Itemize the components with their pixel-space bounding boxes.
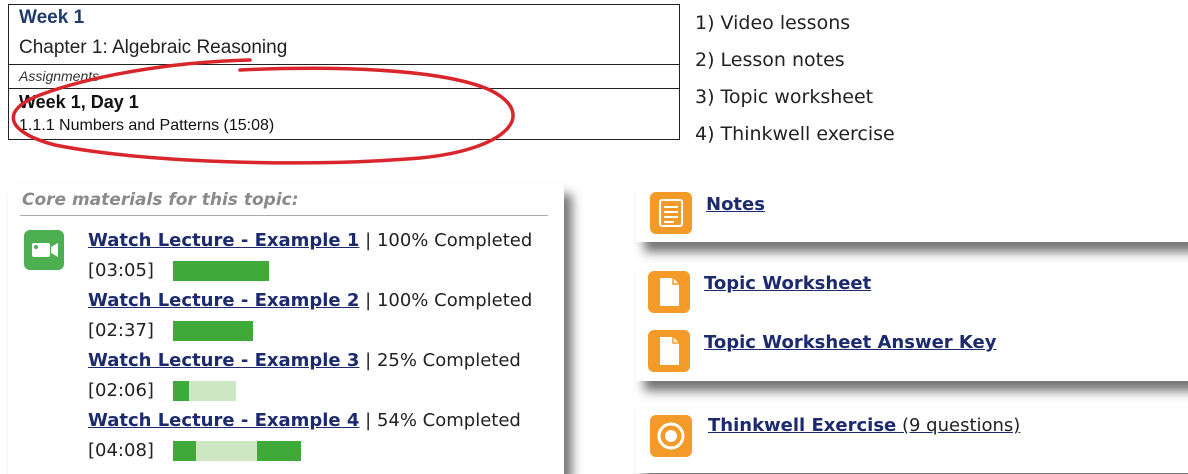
lecture-progress-bar	[173, 261, 269, 281]
lecture-status: | 100% Completed	[359, 230, 533, 251]
assignments-label: Assignments	[9, 65, 679, 89]
lecture-row: Watch Lecture - Example 1 | 100% Complet…	[88, 230, 532, 251]
lecture-row: Watch Lecture - Example 4 | 54% Complete…	[88, 410, 521, 431]
steps-list: 1) Video lessons 2) Lesson notes 3) Topi…	[695, 8, 895, 156]
progress-fill	[173, 261, 269, 281]
topic-worksheet-link[interactable]: Topic Worksheet	[704, 273, 871, 294]
core-materials-heading: Core materials for this topic:	[22, 190, 299, 210]
notes-icon	[650, 192, 692, 234]
exercise-panel: Thinkwell Exercise (9 questions)	[636, 403, 1188, 473]
progress-fill	[257, 441, 301, 461]
watch-lecture-1-link[interactable]: Watch Lecture - Example 1	[88, 230, 359, 251]
progress-fill	[173, 381, 189, 401]
lecture-duration: [02:37]	[88, 320, 154, 341]
lecture-status: | 100% Completed	[359, 290, 533, 311]
lecture-progress-bar	[173, 441, 301, 461]
day-title: Week 1, Day 1	[19, 92, 139, 112]
lecture-progress-bar	[173, 321, 253, 341]
lecture-progress-bar	[173, 381, 236, 401]
notes-panel: Notes	[636, 182, 1188, 242]
notes-link[interactable]: Notes	[706, 194, 765, 215]
chapter-title: Chapter 1: Algebraic Reasoning	[9, 37, 679, 65]
progress-fill	[173, 321, 253, 341]
lecture-status: | 25% Completed	[359, 350, 521, 371]
step-item: 4) Thinkwell exercise	[695, 123, 895, 145]
schedule-box: Week 1 Chapter 1: Algebraic Reasoning As…	[8, 4, 680, 140]
watch-lecture-4-link[interactable]: Watch Lecture - Example 4	[88, 410, 359, 431]
question-count: (9 questions)	[896, 415, 1021, 436]
thinkwell-exercise-link[interactable]: Thinkwell Exercise	[708, 415, 896, 436]
lecture-row: Watch Lecture - Example 2 | 100% Complet…	[88, 290, 532, 311]
watch-lecture-2-link[interactable]: Watch Lecture - Example 2	[88, 290, 359, 311]
target-icon	[650, 415, 692, 457]
core-materials-panel: Core materials for this topic: Watch Lec…	[8, 184, 564, 474]
document-icon	[648, 330, 690, 372]
lecture-row: Watch Lecture - Example 3 | 25% Complete…	[88, 350, 521, 371]
worksheet-panel: Topic Worksheet Topic Worksheet Answer K…	[636, 263, 1188, 381]
step-item: 3) Topic worksheet	[695, 86, 874, 108]
video-camera-icon	[24, 230, 64, 270]
watch-lecture-3-link[interactable]: Watch Lecture - Example 3	[88, 350, 359, 371]
week-title: Week 1	[19, 7, 85, 28]
topic-link[interactable]: 1.1.1 Numbers and Patterns (15:08)	[9, 115, 679, 139]
lecture-duration: [02:06]	[88, 380, 154, 401]
step-item: 1) Video lessons	[695, 12, 851, 34]
lecture-duration: [03:05]	[88, 260, 154, 281]
document-icon	[648, 271, 690, 313]
progress-fill	[173, 441, 196, 461]
lecture-duration: [04:08]	[88, 440, 154, 461]
exercise-row: Thinkwell Exercise (9 questions)	[708, 415, 1020, 436]
topic-worksheet-answer-key-link[interactable]: Topic Worksheet Answer Key	[704, 332, 997, 353]
divider	[20, 215, 548, 216]
lecture-status: | 54% Completed	[359, 410, 521, 431]
step-item: 2) Lesson notes	[695, 49, 845, 71]
